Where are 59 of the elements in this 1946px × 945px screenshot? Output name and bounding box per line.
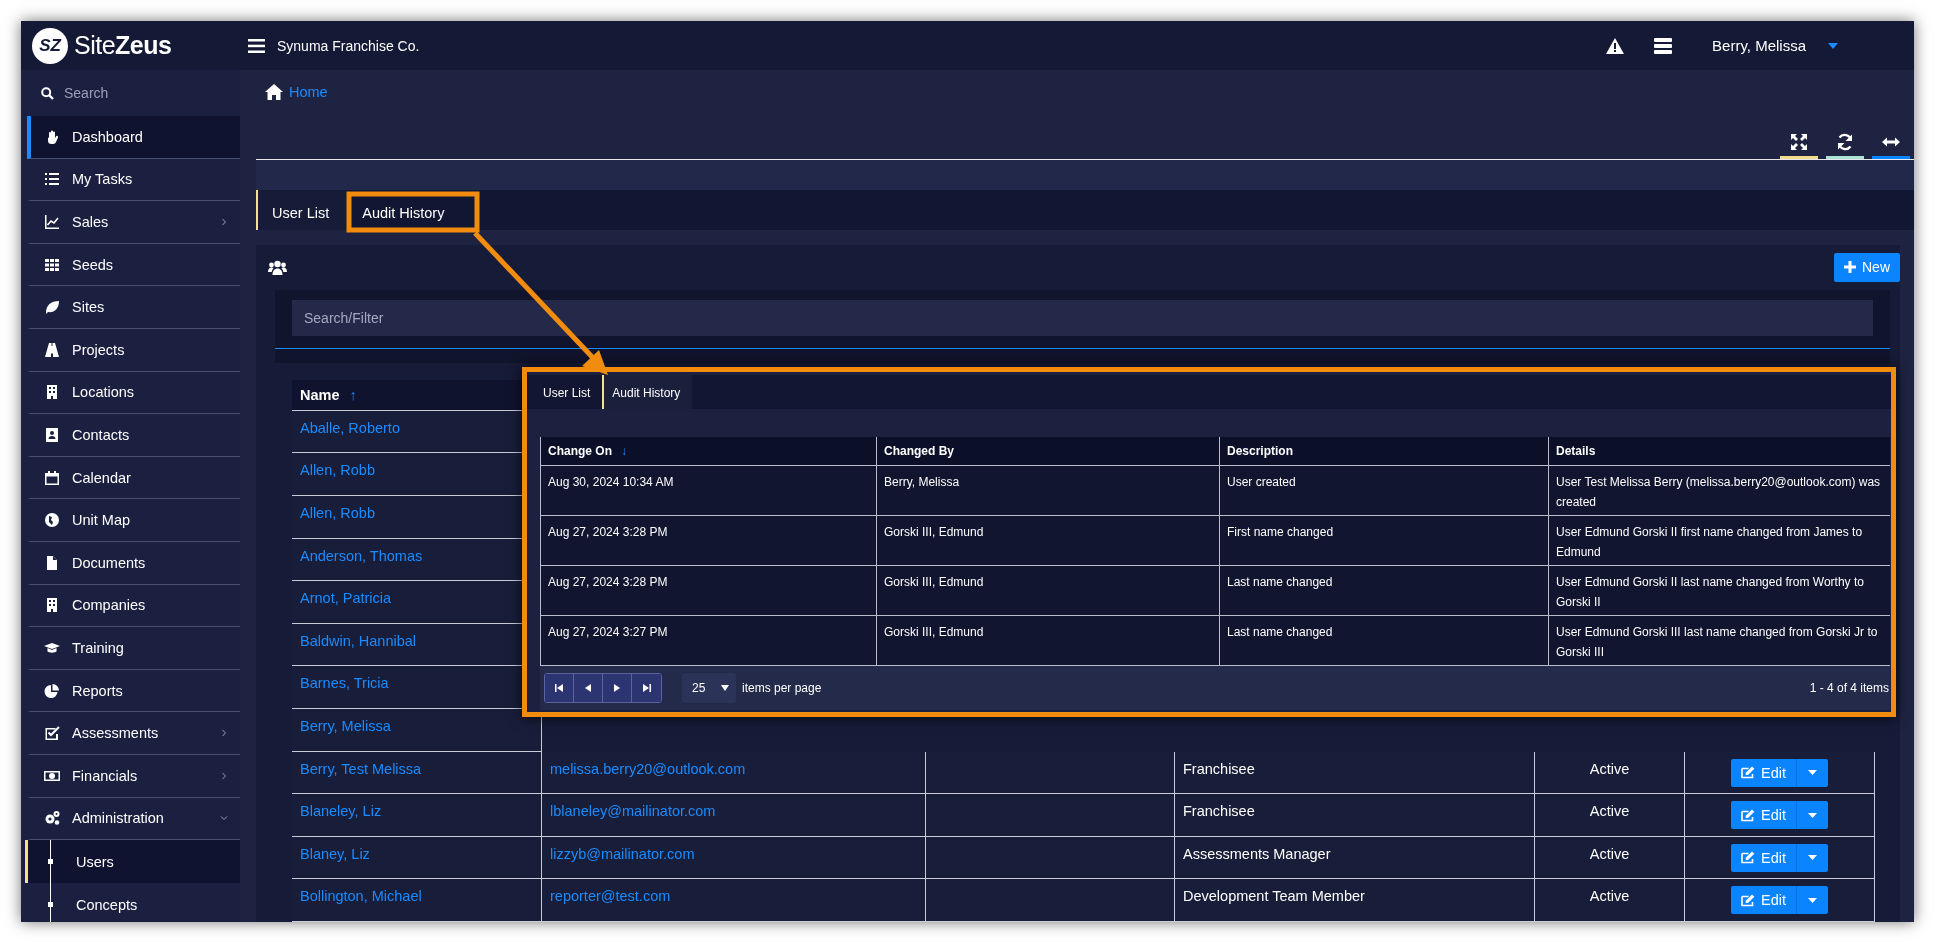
user-name-link[interactable]: Bollington, Michael — [292, 879, 542, 922]
sidebar-item[interactable]: Dashboard — [27, 116, 240, 159]
company-name: Synuma Franchise Co. — [277, 37, 420, 54]
column-header[interactable]: Changed By — [876, 437, 1219, 466]
table-cell: User Edmund Gorski II last name changed from Worthy to Gorski II — [1548, 566, 1890, 616]
role-cell: Franchisee — [1175, 794, 1535, 837]
column-header[interactable]: Details — [1548, 437, 1890, 466]
tab[interactable]: Audit History — [602, 375, 693, 409]
table-cell: Aug 27, 2024 3:28 PM — [540, 566, 876, 616]
table-cell: User Edmund Gorski III last name changed from Gorski Jr to Gorski III — [1548, 616, 1890, 666]
status-cell: Active — [1535, 751, 1685, 795]
table-cell: Aug 27, 2024 3:27 PM — [540, 616, 876, 666]
user-name-link[interactable]: Blaneley, Liz — [292, 794, 542, 837]
column-header[interactable]: Description — [1219, 437, 1548, 466]
table-cell: Aug 30, 2024 10:34 AM — [540, 466, 876, 516]
tab[interactable]: User List — [256, 190, 347, 230]
brand-name: SiteZeus — [74, 31, 172, 60]
edit-button[interactable]: Edit — [1731, 801, 1797, 830]
table-cell: User Test Melissa Berry (melissa.berry20@outlook.com) was created — [1548, 466, 1890, 516]
status-cell: Active — [1535, 794, 1685, 837]
sidebar-subitem[interactable]: Users — [25, 840, 240, 884]
sidebar-subitem[interactable]: Concepts — [25, 883, 240, 922]
table-cell: Berry, Melissa — [876, 466, 1219, 516]
logo-mark: SZ — [32, 27, 68, 64]
user-name-link[interactable]: Berry, Test Melissa — [292, 751, 542, 795]
table-cell: User created — [1219, 466, 1548, 516]
sidebar-search-field[interactable]: Search — [62, 84, 216, 102]
search-filter-field[interactable]: Search/Filter — [292, 299, 1873, 336]
sort-arrow-icon: ↑ — [349, 386, 357, 403]
sort-arrow-icon: ↓ — [621, 444, 627, 458]
table-cell: Gorski III, Edmund — [876, 616, 1219, 666]
page-size-dropdown[interactable]: 25 — [682, 673, 736, 703]
table-cell: Last name changed — [1219, 566, 1548, 616]
user-name-link[interactable]: Blaney, Liz — [292, 836, 542, 880]
table-cell: User Edmund Gorski II first name changed from James to Edmund — [1548, 516, 1890, 566]
email-link[interactable]: melissa.berry20@outlook.com — [542, 751, 926, 795]
role-cell: Assessments Manager — [1175, 836, 1535, 880]
edit-button[interactable]: Edit — [1731, 886, 1797, 915]
page-size-label: items per page — [742, 681, 822, 695]
table-cell: Gorski III, Edmund — [876, 516, 1219, 566]
breadcrumb-link[interactable]: Home — [289, 84, 328, 101]
table-cell: Aug 27, 2024 3:28 PM — [540, 516, 876, 566]
status-cell: Active — [1535, 879, 1685, 922]
table-cell: First name changed — [1219, 516, 1548, 566]
pagination-summary: 1 - 4 of 4 items — [1809, 681, 1889, 695]
table-cell: Gorski III, Edmund — [876, 566, 1219, 616]
user-name[interactable]: Berry, Melissa — [1712, 37, 1806, 54]
table-cell: Last name changed — [1219, 616, 1548, 666]
role-cell: Development Team Member — [1175, 879, 1535, 922]
email-link[interactable]: reporter@test.com — [542, 879, 926, 922]
status-cell: Active — [1535, 836, 1685, 880]
tab[interactable]: Audit History — [346, 190, 462, 230]
edit-button[interactable]: Edit — [1731, 843, 1797, 872]
role-cell: Franchisee — [1175, 751, 1535, 795]
email-link[interactable]: lizzyb@mailinator.com — [542, 836, 926, 880]
edit-button[interactable]: Edit — [1731, 758, 1797, 787]
new-button[interactable]: New — [1834, 252, 1900, 282]
email-link[interactable]: lblaneley@mailinator.com — [542, 794, 926, 837]
column-header[interactable]: Change On ↓ — [540, 437, 876, 466]
